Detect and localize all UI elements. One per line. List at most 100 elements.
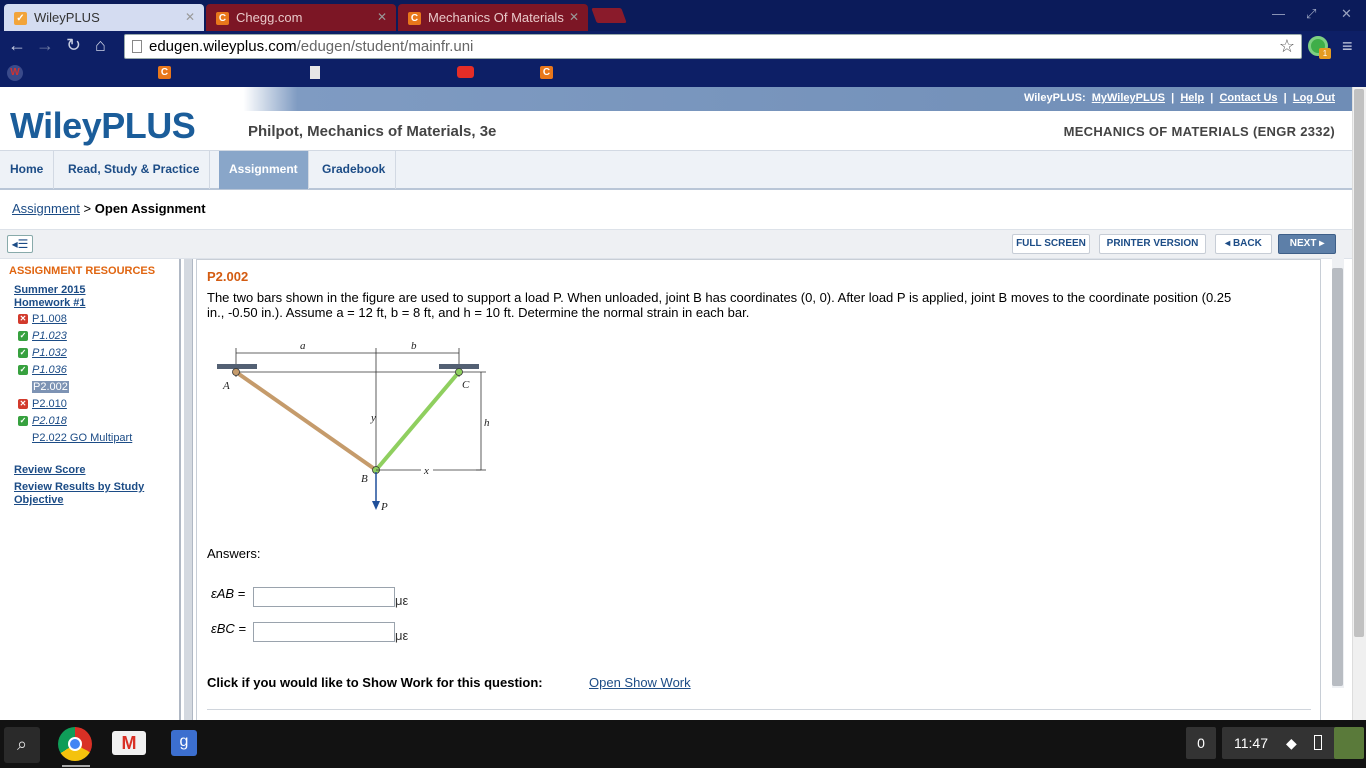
mywileyplus-link[interactable]: MyWileyPLUS bbox=[1092, 92, 1165, 104]
nav-read-study-practice[interactable]: Read, Study & Practice bbox=[58, 151, 211, 189]
back-arrow-icon[interactable]: ← bbox=[8, 35, 26, 55]
breadcrumb-separator: > bbox=[83, 201, 92, 216]
epsilon-ab-input[interactable] bbox=[253, 587, 395, 607]
youtube-bookmark-icon[interactable] bbox=[457, 66, 474, 78]
question-link[interactable]: P1.036 bbox=[32, 364, 67, 376]
book-title: Philpot, Mechanics of Materials, 3e bbox=[248, 123, 497, 140]
label-h: h bbox=[484, 417, 490, 429]
home-icon[interactable]: ⌂ bbox=[95, 35, 106, 55]
wileyplus-page: WileyPLUS: MyWileyPLUS | Help | Contact … bbox=[0, 87, 1352, 720]
question-item[interactable]: ✓ P1.036 bbox=[18, 364, 67, 378]
wiley-bookmark-icon[interactable]: W bbox=[7, 65, 23, 81]
label-C: C bbox=[462, 379, 470, 391]
gmail-icon[interactable]: M bbox=[112, 731, 146, 755]
printer-version-button[interactable]: PRINTER VERSION bbox=[1099, 234, 1206, 254]
question-item[interactable]: ✓ P1.023 bbox=[18, 330, 67, 344]
content-scrollbar-thumb[interactable] bbox=[1332, 268, 1343, 686]
tab-title: Chegg.com bbox=[236, 10, 303, 25]
joint-c bbox=[455, 368, 463, 376]
question-item-current[interactable]: P2.002 bbox=[18, 381, 69, 395]
assignment-toolbar: ◂☰ FULL SCREEN PRINTER VERSION ◂ BACK NE… bbox=[0, 229, 1352, 259]
nav-assignment[interactable]: Assignment bbox=[219, 151, 309, 189]
tab-title: WileyPLUS bbox=[34, 10, 100, 25]
address-bar[interactable]: edugen.wileyplus.com/edugen/student/main… bbox=[124, 34, 1302, 59]
close-tab-icon[interactable]: ✕ bbox=[377, 10, 387, 24]
wifi-icon: ◆ bbox=[1286, 735, 1297, 751]
notification-count[interactable]: 0 bbox=[1186, 727, 1216, 759]
question-item[interactable]: ✕ P1.008 bbox=[18, 313, 67, 327]
reload-icon[interactable]: ↻ bbox=[66, 35, 81, 55]
contact-us-link[interactable]: Contact Us bbox=[1219, 92, 1277, 104]
forward-arrow-icon[interactable]: → bbox=[36, 35, 54, 55]
review-score-link[interactable]: Review Score bbox=[14, 464, 86, 477]
tab-chegg[interactable]: C Chegg.com ✕ bbox=[206, 4, 396, 31]
sidebar-divider[interactable] bbox=[184, 259, 193, 720]
epsilon-bc-input[interactable] bbox=[253, 622, 395, 642]
epsilon-bc-label: εBC = bbox=[211, 621, 246, 636]
maximize-icon[interactable]: ⤢ bbox=[1306, 6, 1316, 22]
avatar[interactable] bbox=[1334, 727, 1364, 759]
bookmark-star-icon[interactable]: ☆ bbox=[1279, 36, 1295, 57]
homework-link[interactable]: Summer 2015 Homework #1 bbox=[14, 284, 86, 310]
google-search-icon[interactable]: g bbox=[171, 730, 197, 756]
help-link[interactable]: Help bbox=[1180, 92, 1204, 104]
joint-a bbox=[232, 368, 240, 376]
question-text-line-1: The two bars shown in the figure are use… bbox=[207, 290, 1232, 305]
minimize-icon[interactable]: — bbox=[1272, 6, 1285, 21]
page-scrollbar-thumb[interactable] bbox=[1354, 89, 1364, 637]
label-y: y bbox=[370, 412, 376, 424]
nav-gradebook[interactable]: Gradebook bbox=[312, 151, 397, 189]
homework-line-2: Homework #1 bbox=[14, 297, 86, 309]
wileyplus-logo[interactable]: WileyPLUS bbox=[10, 105, 196, 147]
next-button[interactable]: NEXT ▸ bbox=[1278, 234, 1336, 254]
chegg-bookmark-icon[interactable]: C bbox=[158, 66, 177, 80]
browser-tabstrip bbox=[0, 0, 1366, 31]
question-item[interactable]: ✕ P2.010 bbox=[18, 398, 67, 412]
chrome-icon[interactable] bbox=[58, 727, 92, 761]
open-show-work-link[interactable]: Open Show Work bbox=[589, 675, 691, 690]
status-tray[interactable]: 11:47 ◆ bbox=[1222, 727, 1364, 759]
os-shelf bbox=[0, 720, 1366, 768]
review-results-line-1: Review Results by Study bbox=[14, 481, 145, 493]
search-icon[interactable]: ⌕ bbox=[4, 727, 40, 763]
log-out-link[interactable]: Log Out bbox=[1293, 92, 1335, 104]
new-tab-button[interactable] bbox=[591, 8, 627, 23]
question-link[interactable]: P2.010 bbox=[32, 398, 67, 410]
question-item[interactable]: P2.022 GO Multipart bbox=[32, 432, 132, 446]
chegg-bookmark-icon-2[interactable]: C bbox=[540, 66, 559, 80]
close-window-icon[interactable]: ✕ bbox=[1341, 6, 1352, 22]
breadcrumb-assignment-link[interactable]: Assignment bbox=[12, 201, 80, 216]
question-link[interactable]: P2.022 GO Multipart bbox=[32, 432, 132, 444]
question-item[interactable]: ✓ P1.032 bbox=[18, 347, 67, 361]
question-text-line-2: in., -0.50 in.). Assume a = 12 ft, b = 8… bbox=[207, 305, 750, 320]
tab-wileyplus[interactable]: ✓ WileyPLUS ✕ bbox=[4, 4, 204, 31]
question-item[interactable]: ✓ P2.018 bbox=[18, 415, 67, 429]
chegg-favicon-icon: C bbox=[408, 12, 421, 25]
question-link[interactable]: P1.032 bbox=[32, 347, 67, 359]
menu-icon[interactable]: ≡ bbox=[1342, 36, 1353, 57]
clock: 11:47 bbox=[1234, 735, 1268, 751]
show-work-prompt: Click if you would like to Show Work for… bbox=[207, 675, 543, 690]
full-screen-button[interactable]: FULL SCREEN bbox=[1012, 234, 1090, 254]
homework-line-1: Summer 2015 bbox=[14, 284, 86, 296]
close-tab-icon[interactable]: ✕ bbox=[185, 10, 195, 24]
question-text: The two bars shown in the figure are use… bbox=[207, 290, 1307, 320]
question-link[interactable]: P1.008 bbox=[32, 313, 67, 325]
tab-mechanics[interactable]: C Mechanics Of Materials ✕ bbox=[398, 4, 588, 31]
nav-home[interactable]: Home bbox=[0, 151, 55, 189]
question-link[interactable]: P1.023 bbox=[32, 330, 67, 342]
current-question-label: P2.002 bbox=[32, 381, 69, 393]
url-path: /edugen/student/mainfr.uni bbox=[296, 38, 474, 55]
answers-label: Answers: bbox=[207, 546, 261, 561]
top-strip: WileyPLUS: MyWileyPLUS | Help | Contact … bbox=[0, 87, 1352, 111]
back-button[interactable]: ◂ BACK bbox=[1215, 234, 1272, 254]
correct-icon: ✓ bbox=[18, 416, 28, 427]
url-host: edugen.wileyplus.com bbox=[149, 38, 297, 55]
file-bookmark-icon[interactable] bbox=[310, 66, 320, 79]
label-P: P bbox=[380, 501, 388, 513]
close-tab-icon[interactable]: ✕ bbox=[569, 10, 579, 24]
breadcrumb-current: Open Assignment bbox=[94, 201, 206, 216]
toggle-sidebar-icon[interactable]: ◂☰ bbox=[7, 235, 33, 253]
review-results-link[interactable]: Review Results by Study Objective bbox=[14, 481, 144, 507]
question-link[interactable]: P2.018 bbox=[32, 415, 67, 427]
